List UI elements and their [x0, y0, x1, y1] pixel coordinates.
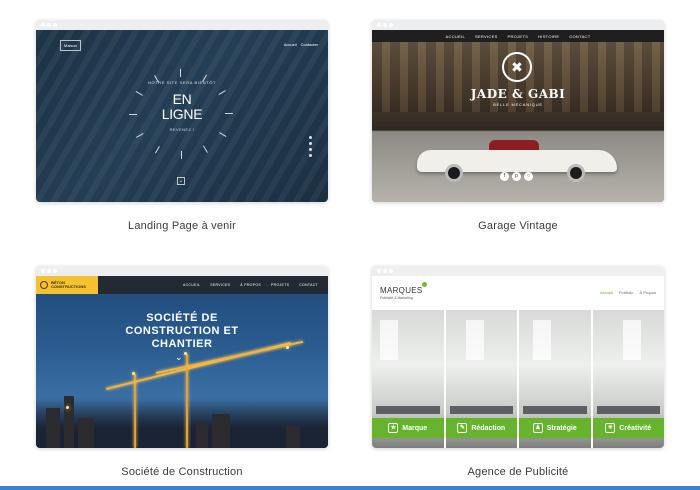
site-tagline: Publicité & Marketing — [380, 296, 413, 300]
wrench-icon: ✖ — [502, 52, 532, 82]
window-dot-icon — [389, 269, 393, 273]
panel-label: Rédaction — [471, 424, 506, 432]
panel-label: Marque — [402, 424, 428, 432]
subline-text: REVENEZ ! — [169, 127, 195, 132]
social-icon — [309, 154, 312, 157]
service-panel: ★ Marque — [372, 310, 444, 448]
site-nav: ACCUEIL SERVICES À PROPOS PROJETS CONTAC… — [183, 283, 318, 287]
panel-label: Stratégie — [546, 424, 577, 432]
template-card-garage[interactable]: ACCUEIL SERVICES PROJETS HISTOIRE CONTAC… — [372, 20, 664, 232]
heading-line: CONSTRUCTION ET — [125, 325, 239, 337]
template-card-landing[interactable]: Maison Accueil Contacter NOTRE SITE SERA… — [36, 20, 328, 232]
browser-chrome — [372, 266, 664, 276]
template-preview[interactable]: MARQUES Publicité & Marketing Accueil Po… — [372, 266, 664, 448]
template-caption: Landing Page à venir — [128, 220, 236, 232]
window-dot-icon — [383, 23, 387, 27]
pen-icon: ✎ — [457, 423, 468, 433]
nav-item: Contacter — [300, 42, 318, 47]
logo-mark-icon — [40, 281, 48, 289]
pinterest-icon: p — [512, 172, 521, 181]
nav-item: ACCUEIL — [445, 33, 465, 39]
site-nav: ACCUEIL SERVICES PROJETS HISTOIRE CONTAC… — [372, 30, 664, 42]
social-icons — [309, 136, 312, 157]
logo-dot-icon — [422, 282, 427, 287]
site-logo: BÉTON CONSTRUCTIONS — [36, 276, 98, 294]
service-panels: ★ Marque ✎ Rédaction ♟ Stratégie ☀ Créativit… — [372, 310, 664, 448]
nav-item: PROJETS — [270, 283, 290, 287]
template-card-construction[interactable]: BÉTON CONSTRUCTIONS ACCUEIL SERVICES À P… — [36, 266, 328, 478]
headline: EN LIGNE — [36, 92, 328, 122]
template-preview[interactable]: Maison Accueil Contacter NOTRE SITE SERA… — [36, 20, 328, 202]
chess-icon: ♟ — [532, 423, 543, 433]
window-dot-icon — [377, 269, 381, 273]
chevron-down-icon: ⌄ — [175, 352, 183, 362]
template-preview[interactable]: ACCUEIL SERVICES PROJETS HISTOIRE CONTAC… — [372, 20, 664, 202]
preview-agency: MARQUES Publicité & Marketing Accueil Po… — [372, 276, 664, 448]
site-logo: MARQUES — [380, 286, 423, 295]
window-dot-icon — [53, 23, 57, 27]
site-nav: Accueil Portfolio À Propos — [600, 290, 656, 295]
window-dot-icon — [47, 269, 51, 273]
lightbulb-icon: ☀ — [605, 423, 616, 433]
preview-construction: BÉTON CONSTRUCTIONS ACCUEIL SERVICES À P… — [36, 276, 328, 448]
preview-garage: ACCUEIL SERVICES PROJETS HISTOIRE CONTAC… — [372, 30, 664, 202]
browser-chrome — [372, 20, 664, 30]
nav-item: ACCUEIL — [182, 283, 201, 287]
template-caption: Société de Construction — [121, 466, 243, 478]
template-preview[interactable]: BÉTON CONSTRUCTIONS ACCUEIL SERVICES À P… — [36, 266, 328, 448]
template-gallery: Maison Accueil Contacter NOTRE SITE SERA… — [0, 0, 700, 490]
nav-item: SERVICES — [210, 283, 231, 287]
site-logo: Maison — [60, 40, 81, 51]
social-icon — [309, 142, 312, 145]
decorative-ray — [181, 151, 182, 160]
window-dot-icon — [41, 23, 45, 27]
window-dot-icon — [41, 269, 45, 273]
browser-chrome — [36, 266, 328, 276]
brand-line: CONSTRUCTIONS — [51, 284, 86, 289]
window-dot-icon — [47, 23, 51, 27]
instagram-icon: ○ — [524, 172, 533, 181]
nav-item: HISTOIRE — [538, 33, 560, 39]
nav-item: À PROPOS — [240, 283, 261, 287]
site-title: JADE & GABI — [470, 87, 566, 101]
site-subtitle: BELLE MÉCANIQUE — [493, 102, 543, 107]
eyebrow-text: NOTRE SITE SERA BIENTÔT — [147, 80, 217, 85]
headline-line: EN — [172, 91, 192, 107]
facebook-icon: f — [500, 172, 509, 181]
service-panel: ✎ Rédaction — [445, 310, 517, 448]
social-icons: f p ○ — [500, 172, 533, 181]
social-icon — [309, 136, 312, 139]
window-dot-icon — [53, 269, 57, 273]
window-dot-icon — [383, 269, 387, 273]
nav-item: À Propos — [639, 290, 656, 295]
nav-item: PROJETS — [507, 33, 529, 39]
social-icon — [309, 148, 312, 151]
nav-item: CONTACT — [299, 283, 318, 287]
decorative-ray — [129, 114, 137, 115]
site-header: MARQUES Publicité & Marketing Accueil Po… — [372, 276, 664, 310]
nav-item: Accueil — [283, 42, 297, 47]
template-caption: Agence de Publicité — [467, 466, 569, 478]
nav-item: Portfolio — [618, 290, 634, 295]
badge-icon: ★ — [388, 423, 399, 433]
nav-item: CONTACT — [569, 33, 591, 39]
window-dot-icon — [389, 23, 393, 27]
service-panel: ☀ Créativité — [592, 310, 664, 448]
heading-line: SOCIÉTÉ DE — [146, 312, 218, 324]
decorative-ray — [180, 68, 181, 77]
nav-item: SERVICES — [474, 33, 498, 39]
panel-label: Créativité — [619, 424, 652, 432]
preview-landing: Maison Accueil Contacter NOTRE SITE SERA… — [36, 30, 328, 202]
window-dot-icon — [377, 23, 381, 27]
chevron-down-icon: ⌄ — [177, 177, 185, 185]
service-panel: ♟ Stratégie — [519, 310, 591, 448]
bottom-divider — [0, 486, 700, 490]
nav-item: Accueil — [599, 290, 613, 295]
browser-chrome — [36, 20, 328, 30]
template-card-agency[interactable]: MARQUES Publicité & Marketing Accueil Po… — [372, 266, 664, 478]
site-nav: Accueil Contacter — [284, 42, 318, 47]
template-caption: Garage Vintage — [478, 220, 558, 232]
headline-line: LIGNE — [161, 106, 203, 122]
decorative-ray — [225, 113, 233, 114]
